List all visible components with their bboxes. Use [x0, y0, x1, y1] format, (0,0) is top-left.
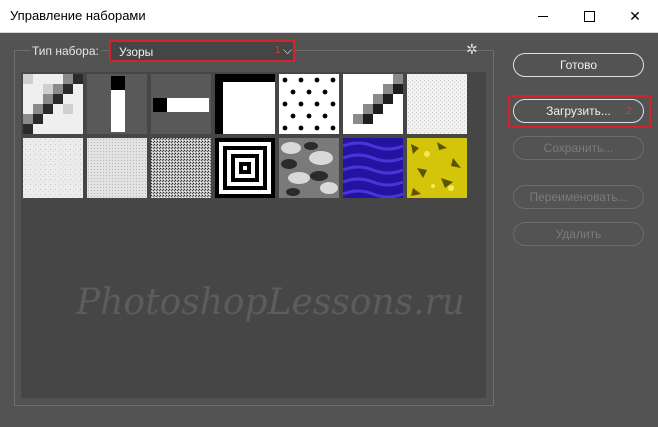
maximize-button[interactable] [566, 0, 612, 32]
done-button[interactable]: Готово [513, 53, 644, 77]
preset-manager-dialog: Управление наборами ✕ Тип набора: Узоры … [0, 0, 658, 427]
maximize-icon [583, 10, 595, 22]
load-button[interactable]: Загрузить... [513, 99, 644, 123]
pattern-image [407, 74, 467, 134]
pattern-thumb-gray-camouflage[interactable] [279, 138, 339, 198]
pattern-thumb-frame-square[interactable] [215, 74, 275, 134]
pattern-image [23, 74, 83, 134]
pattern-thumb-blue-waves[interactable] [342, 138, 404, 199]
close-icon: ✕ [629, 7, 641, 24]
pattern-image [151, 138, 211, 198]
annotation-marker-2: 2 [626, 106, 632, 117]
close-button[interactable]: ✕ [612, 0, 658, 32]
title-bar: Управление наборами ✕ [0, 0, 658, 33]
pattern-thumb-vertical-bar[interactable] [87, 74, 147, 134]
pattern-thumb-light-noise-3[interactable] [87, 138, 147, 198]
minimize-icon [538, 15, 548, 17]
pattern-image [151, 74, 211, 134]
window-title: Управление наборами [10, 8, 146, 23]
pattern-thumb-diagonal-2[interactable] [343, 74, 403, 134]
pattern-thumb-concentric-squares[interactable] [215, 138, 275, 198]
pattern-thumb-diagonal-1[interactable] [23, 74, 83, 134]
pattern-thumb-dense-noise[interactable] [151, 138, 211, 198]
pattern-thumb-horizontal-bar[interactable] [151, 74, 211, 134]
pattern-image [87, 138, 147, 198]
pattern-thumb-light-noise-2[interactable] [23, 138, 83, 198]
pattern-image [215, 74, 275, 134]
pattern-thumb-polka-dots[interactable] [279, 74, 339, 134]
preset-type-label: Тип набора: [30, 44, 101, 58]
pattern-image [342, 138, 404, 199]
minimize-button[interactable] [520, 0, 566, 32]
chevron-down-icon: ⌵ [283, 43, 293, 57]
pattern-image [215, 138, 275, 198]
pattern-image [23, 138, 83, 198]
pattern-image [343, 74, 403, 134]
pattern-image [407, 138, 467, 198]
watermark: PhotoshopLessons.ru [76, 282, 465, 323]
preset-type-value: Узоры [119, 45, 154, 59]
delete-button[interactable]: Удалить [513, 222, 644, 246]
pattern-image [87, 74, 147, 134]
save-button[interactable]: Сохранить... [513, 136, 644, 160]
pattern-image [279, 138, 339, 198]
pattern-thumb-yellow-gold[interactable] [407, 138, 467, 198]
preset-type-select[interactable]: Узоры 1 ⌵ [109, 40, 295, 62]
gear-icon[interactable]: ✲ [466, 41, 478, 58]
pattern-thumb-light-noise-1[interactable] [407, 74, 467, 134]
pattern-image [279, 74, 339, 134]
pattern-grid[interactable] [21, 72, 486, 398]
rename-button[interactable]: Переименовать... [513, 185, 644, 209]
annotation-marker-1: 1 [275, 45, 281, 56]
